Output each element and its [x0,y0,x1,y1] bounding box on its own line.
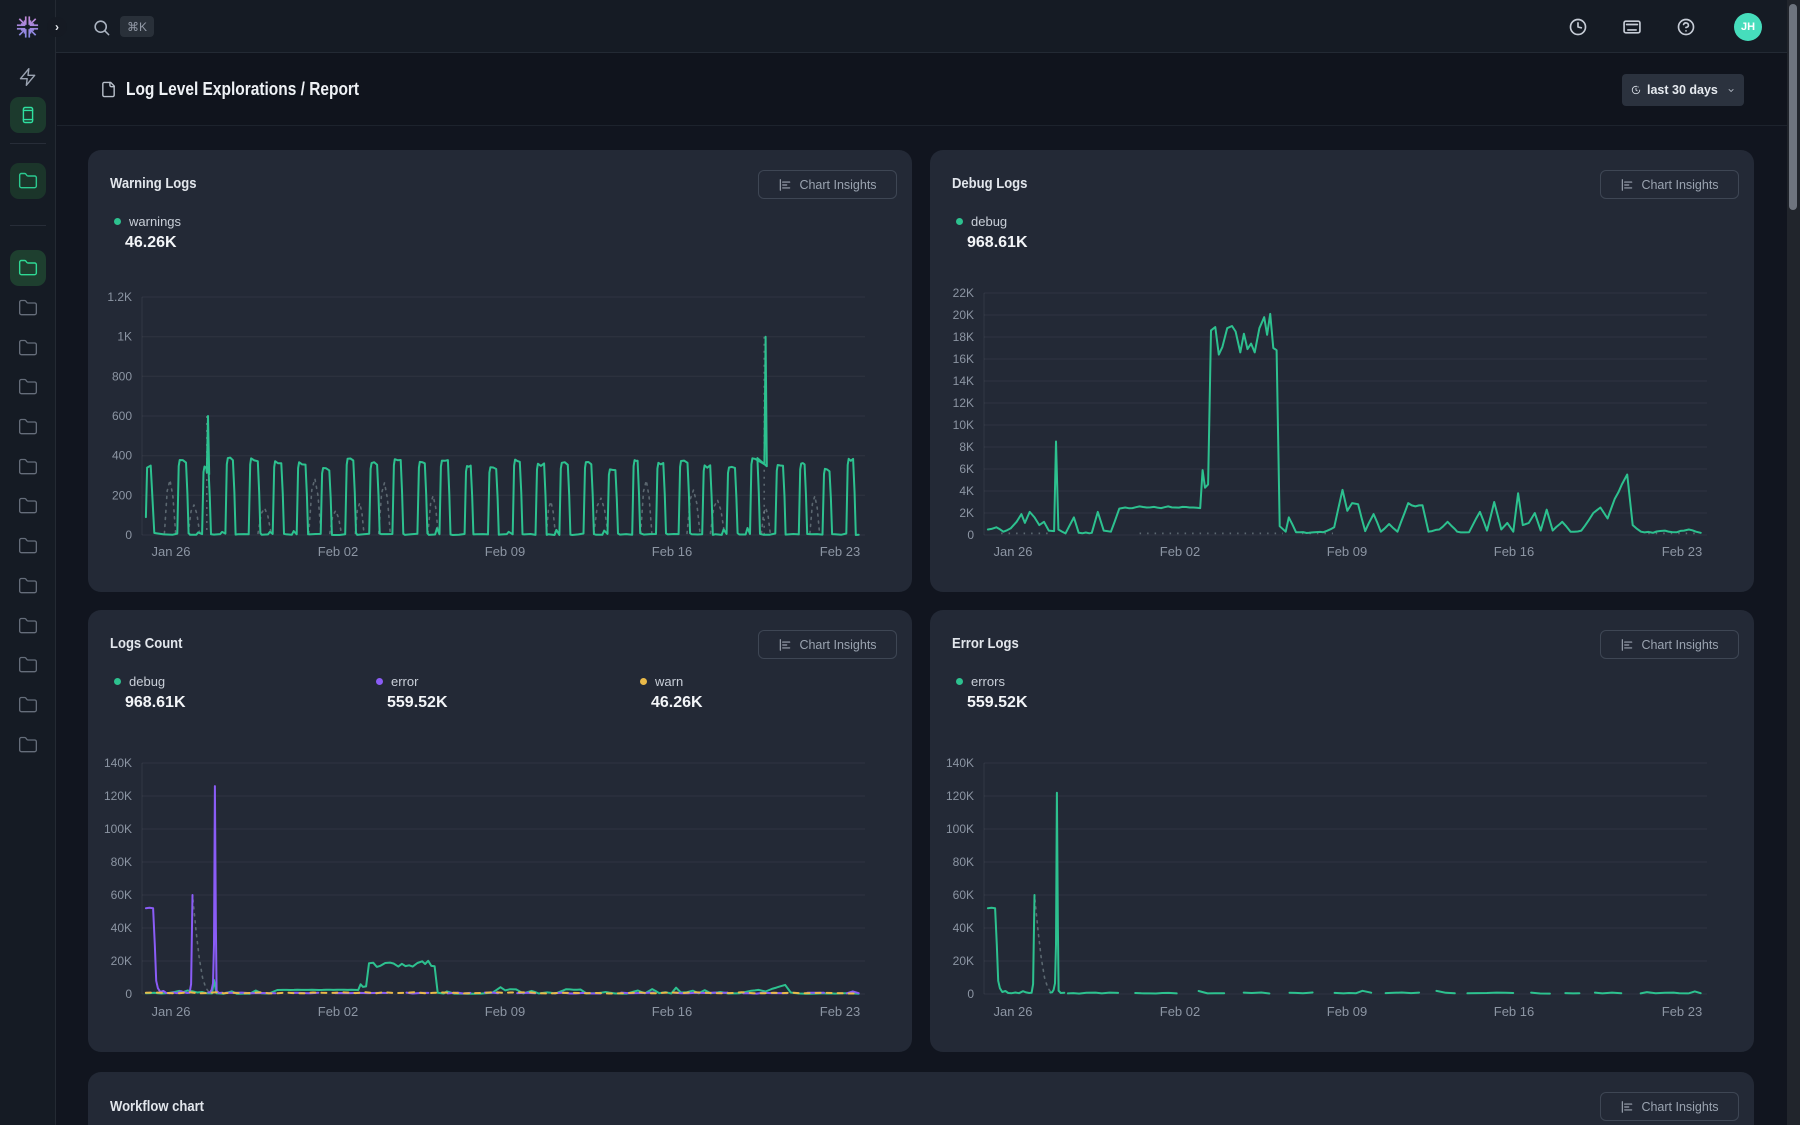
svg-text:800: 800 [112,369,132,383]
svg-text:Feb 02: Feb 02 [1160,544,1200,559]
svg-text:Feb 09: Feb 09 [485,544,525,559]
svg-text:200: 200 [112,488,132,502]
svg-text:Feb 02: Feb 02 [318,1004,358,1019]
svg-text:0: 0 [125,528,132,542]
svg-text:140K: 140K [946,756,974,770]
svg-text:Feb 16: Feb 16 [1494,1004,1534,1019]
svg-text:8K: 8K [959,440,974,454]
svg-text:20K: 20K [111,954,132,968]
svg-text:Feb 16: Feb 16 [652,1004,692,1019]
svg-text:120K: 120K [946,789,974,803]
svg-text:14K: 14K [953,374,974,388]
svg-text:0: 0 [125,987,132,1001]
svg-text:Feb 09: Feb 09 [485,1004,525,1019]
svg-text:Feb 09: Feb 09 [1327,544,1367,559]
svg-text:400: 400 [112,449,132,463]
svg-text:16K: 16K [953,352,974,366]
svg-text:40K: 40K [111,921,132,935]
svg-text:600: 600 [112,409,132,423]
svg-text:1.2K: 1.2K [107,290,132,304]
svg-text:Jan 26: Jan 26 [151,544,190,559]
svg-text:Feb 16: Feb 16 [652,544,692,559]
svg-text:100K: 100K [946,822,974,836]
svg-text:140K: 140K [104,756,132,770]
svg-text:60K: 60K [111,888,132,902]
svg-text:Feb 16: Feb 16 [1494,544,1534,559]
svg-text:1K: 1K [117,330,132,344]
svg-text:60K: 60K [953,888,974,902]
svg-text:Jan 26: Jan 26 [993,544,1032,559]
svg-text:0: 0 [967,987,974,1001]
svg-text:2K: 2K [959,506,974,520]
svg-text:80K: 80K [953,855,974,869]
svg-text:Jan 26: Jan 26 [151,1004,190,1019]
svg-text:Feb 02: Feb 02 [318,544,358,559]
svg-text:0: 0 [967,528,974,542]
svg-text:100K: 100K [104,822,132,836]
svg-text:120K: 120K [104,789,132,803]
svg-text:Feb 02: Feb 02 [1160,1004,1200,1019]
svg-text:6K: 6K [959,462,974,476]
svg-text:22K: 22K [953,286,974,300]
svg-text:20K: 20K [953,954,974,968]
svg-text:12K: 12K [953,396,974,410]
svg-text:Feb 23: Feb 23 [820,1004,860,1019]
svg-text:Feb 23: Feb 23 [1662,1004,1702,1019]
svg-text:Feb 09: Feb 09 [1327,1004,1367,1019]
svg-text:20K: 20K [953,308,974,322]
svg-text:40K: 40K [953,921,974,935]
svg-text:Jan 26: Jan 26 [993,1004,1032,1019]
svg-text:Feb 23: Feb 23 [1662,544,1702,559]
svg-text:80K: 80K [111,855,132,869]
svg-text:4K: 4K [959,484,974,498]
svg-text:18K: 18K [953,330,974,344]
svg-text:10K: 10K [953,418,974,432]
svg-text:Feb 23: Feb 23 [820,544,860,559]
